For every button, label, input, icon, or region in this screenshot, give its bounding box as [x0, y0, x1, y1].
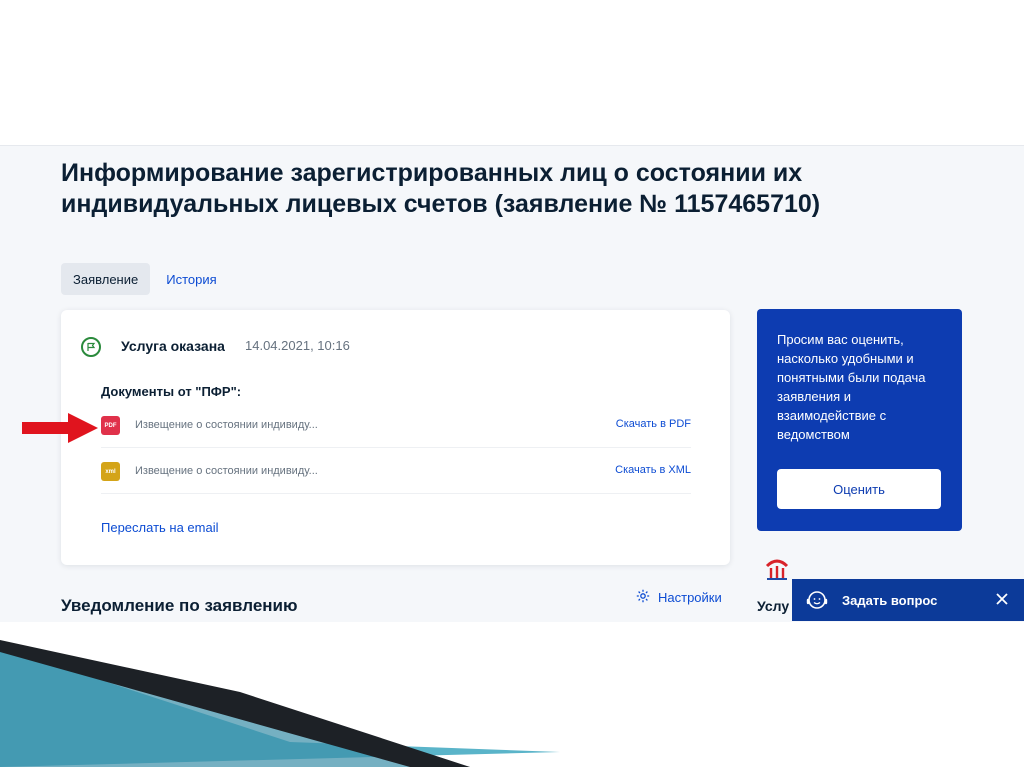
- settings-label: Настройки: [658, 590, 722, 605]
- slide-decoration: [0, 640, 560, 767]
- rating-text: Просим вас оценить, насколько удобными и…: [777, 332, 926, 442]
- page-title: Информирование зарегистрированных лиц о …: [61, 159, 821, 218]
- rate-button[interactable]: Оценить: [777, 469, 941, 509]
- operator-headset-icon: [804, 587, 830, 613]
- tab-history[interactable]: История: [154, 263, 228, 295]
- settings-button[interactable]: Настройки: [636, 589, 722, 606]
- red-arrow-icon: [22, 413, 98, 443]
- ask-question-bar[interactable]: Задать вопрос: [792, 579, 1024, 621]
- document-row: xml Извещение о состоянии индивиду... Ск…: [101, 450, 691, 494]
- ask-question-label: Задать вопрос: [842, 592, 938, 608]
- close-icon[interactable]: [994, 591, 1010, 607]
- document-name[interactable]: Извещение о состоянии индивиду...: [135, 465, 318, 477]
- forward-email-link[interactable]: Переслать на email: [101, 520, 219, 535]
- service-heading-partial: Услу: [757, 598, 790, 614]
- tab-application[interactable]: Заявление: [61, 263, 151, 295]
- document-name[interactable]: Извещение о состоянии индивиду...: [135, 419, 318, 431]
- pfr-logo-icon: [763, 556, 791, 584]
- flag-circle-icon: [81, 337, 101, 357]
- status-label: Услуга оказана: [121, 338, 225, 354]
- tabs: Заявление История: [61, 263, 229, 295]
- gear-icon: [636, 589, 650, 606]
- status-datetime: 14.04.2021, 10:16: [245, 338, 350, 353]
- documents-title: Документы от "ПФР":: [101, 384, 242, 399]
- download-pdf-link[interactable]: Скачать в PDF: [616, 418, 691, 430]
- rating-panel: Просим вас оценить, насколько удобными и…: [757, 309, 962, 531]
- screenshot-area: Информирование зарегистрированных лиц о …: [0, 145, 1024, 622]
- notice-title: Уведомление по заявлению: [61, 596, 298, 615]
- slide-top-blank: [0, 0, 1024, 145]
- application-card: Услуга оказана 14.04.2021, 10:16 Докумен…: [61, 310, 730, 565]
- download-xml-link[interactable]: Скачать в XML: [615, 464, 691, 476]
- document-row: PDF Извещение о состоянии индивиду... Ск…: [101, 404, 691, 448]
- pdf-file-icon: PDF: [101, 416, 120, 435]
- xml-file-icon: xml: [101, 462, 120, 481]
